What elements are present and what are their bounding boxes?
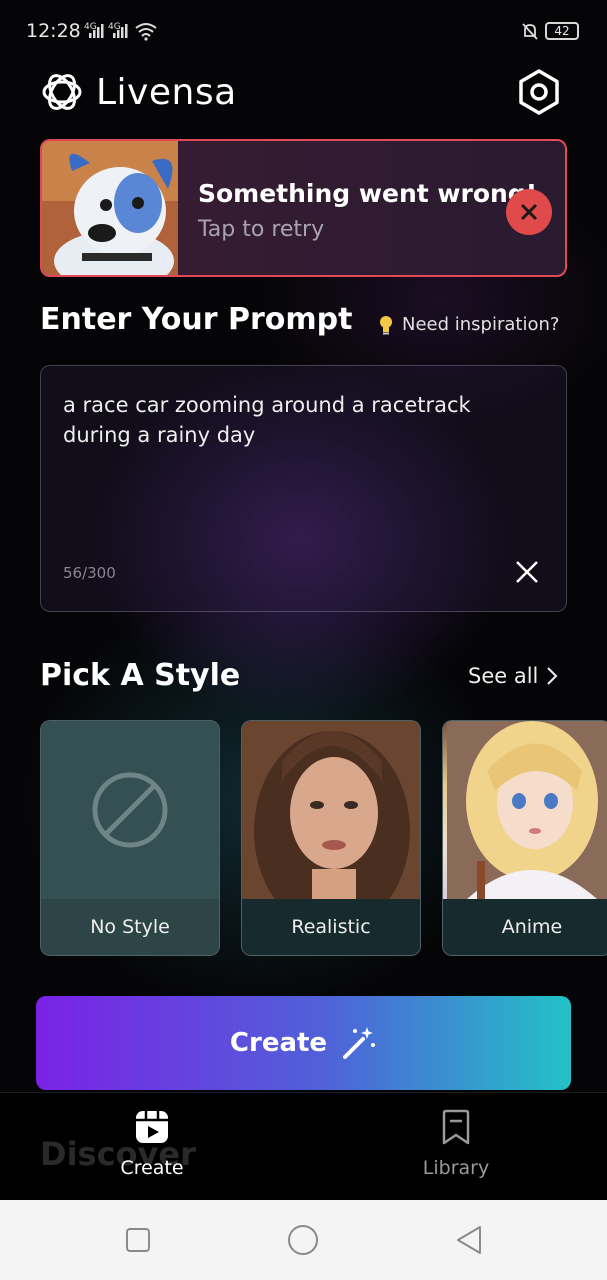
settings-icon[interactable] (515, 68, 563, 116)
status-time: 12:28 (26, 20, 81, 42)
inspiration-label: Need inspiration? (402, 314, 560, 335)
bell-off-icon (522, 23, 538, 40)
create-button-label: Create (229, 1028, 328, 1058)
see-all-styles-link[interactable]: See all (468, 664, 558, 688)
magic-wand-icon (343, 1027, 376, 1059)
create-icon (136, 1111, 168, 1143)
close-icon (520, 203, 538, 221)
signal-icon (89, 24, 104, 38)
retry-hint[interactable]: Tap to retry (198, 217, 324, 242)
no-style-thumbnail (41, 721, 219, 899)
bottom-navigation: Discover Create Library (0, 1092, 607, 1200)
home-icon[interactable] (286, 1224, 320, 1256)
livensa-logo-icon (42, 74, 82, 110)
nav-item-create[interactable]: Create (96, 1109, 208, 1179)
error-title: Something went wrong! (198, 179, 538, 208)
prompt-text[interactable]: a race car zooming around a racetrack du… (63, 390, 533, 450)
recent-apps-icon[interactable] (124, 1224, 152, 1256)
character-count: 56/300 (63, 564, 116, 582)
style-label: Realistic (242, 899, 420, 955)
status-bar: 12:28 4G 4G 42 (0, 0, 607, 62)
need-inspiration-link[interactable]: Need inspiration? (378, 314, 559, 335)
battery-icon: 42 (545, 22, 579, 40)
style-heading: Pick A Style (40, 658, 241, 693)
system-navigation-bar (0, 1200, 607, 1280)
nav-label-library: Library (422, 1157, 490, 1179)
style-card-realistic[interactable]: Realistic (241, 720, 421, 956)
dog-thumbnail (42, 141, 178, 275)
style-card-anime[interactable]: Anime (442, 720, 607, 956)
signal-icon (113, 24, 128, 38)
wifi-icon (135, 23, 157, 41)
create-button[interactable]: Create (36, 996, 571, 1090)
app-title: Livensa (96, 72, 237, 113)
see-all-label: See all (468, 664, 539, 688)
style-label: Anime (443, 899, 607, 955)
prompt-heading: Enter Your Prompt (40, 302, 353, 337)
bookmark-icon (442, 1109, 470, 1145)
dismiss-error-button[interactable] (506, 189, 552, 235)
error-banner[interactable]: Something went wrong! Tap to retry (40, 139, 567, 277)
anime-style-thumbnail (443, 721, 607, 899)
nav-label-create: Create (120, 1157, 184, 1179)
style-card-no-style[interactable]: No Style (40, 720, 220, 956)
chevron-right-icon (547, 667, 558, 685)
no-style-icon (92, 772, 168, 848)
realistic-style-thumbnail (242, 721, 420, 899)
lightbulb-icon (380, 315, 392, 334)
nav-item-library[interactable]: Library (400, 1109, 512, 1179)
style-label: No Style (41, 899, 219, 955)
clear-prompt-icon[interactable] (513, 558, 541, 586)
back-icon[interactable] (454, 1224, 484, 1256)
prompt-input[interactable]: a race car zooming around a racetrack du… (40, 365, 567, 612)
